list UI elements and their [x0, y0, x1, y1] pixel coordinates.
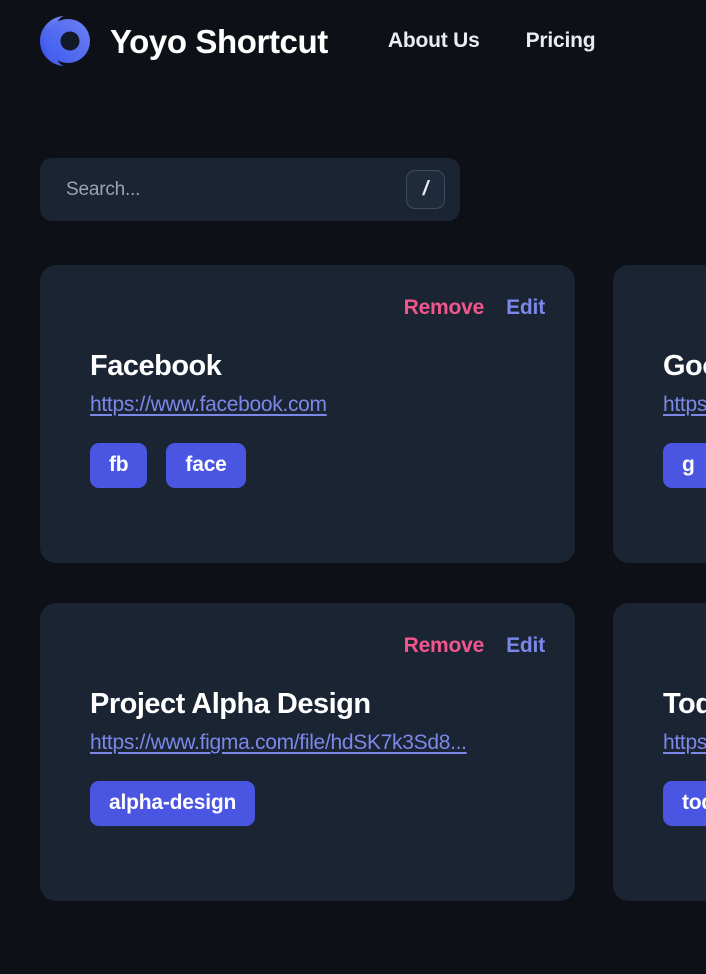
- edit-button[interactable]: Edit: [506, 634, 545, 658]
- nav-links: About Us Pricing: [388, 29, 596, 53]
- top-navigation-bar: Yoyo Shortcut About Us Pricing: [0, 0, 706, 82]
- shortcut-card[interactable]: Remove Edit Facebook https://www.faceboo…: [40, 265, 575, 563]
- card-actions: Remove Edit: [90, 291, 546, 325]
- card-title: Project Alpha Design: [90, 688, 371, 720]
- card-tag-list: g: [663, 443, 706, 488]
- card-tag[interactable]: fb: [90, 443, 148, 488]
- card-url-link[interactable]: https://www.figma.com/file/hdSK7k3Sd8...: [90, 731, 467, 755]
- nav-item-pricing[interactable]: Pricing: [526, 29, 596, 53]
- card-title: Facebook: [90, 350, 222, 382]
- card-tag[interactable]: alpha-design: [90, 781, 256, 826]
- card-tag-list: todo: [663, 781, 706, 826]
- remove-button[interactable]: Remove: [404, 634, 485, 658]
- search-shortcut-key[interactable]: /: [406, 170, 445, 209]
- edit-button[interactable]: Edit: [506, 296, 545, 320]
- remove-button[interactable]: Remove: [404, 296, 485, 320]
- card-tag[interactable]: g: [663, 443, 706, 488]
- shortcut-card[interactable]: Remove Edit Project Alpha Design https:/…: [40, 603, 575, 901]
- card-url-link[interactable]: https://www.google.com: [663, 393, 706, 417]
- shortcut-card[interactable]: Remove Edit Todoist https://todoist.com …: [613, 603, 706, 901]
- yoyo-logo-icon: [36, 12, 94, 70]
- card-title: Todoist: [663, 688, 706, 720]
- card-url-link[interactable]: https://www.facebook.com: [90, 393, 327, 417]
- shortcut-card-grid: Remove Edit Facebook https://www.faceboo…: [40, 265, 706, 901]
- card-title: Google: [663, 350, 706, 382]
- app-viewport: Yoyo Shortcut About Us Pricing / Remove …: [0, 0, 706, 974]
- search-input[interactable]: [66, 178, 406, 201]
- card-actions: Remove Edit: [663, 291, 706, 325]
- search-bar[interactable]: /: [40, 158, 460, 221]
- shortcut-card[interactable]: Remove Edit Google https://www.google.co…: [613, 265, 706, 563]
- brand-logo-group[interactable]: Yoyo Shortcut: [36, 12, 328, 70]
- nav-item-about-us[interactable]: About Us: [388, 29, 480, 53]
- card-tag[interactable]: todo: [663, 781, 706, 826]
- card-actions: Remove Edit: [663, 629, 706, 663]
- card-tag-list: alpha-design: [90, 781, 545, 826]
- card-actions: Remove Edit: [90, 629, 546, 663]
- card-url-link[interactable]: https://todoist.com: [663, 731, 706, 755]
- card-tag-list: fb face: [90, 443, 545, 488]
- card-tag[interactable]: face: [166, 443, 246, 488]
- brand-name: Yoyo Shortcut: [110, 22, 328, 60]
